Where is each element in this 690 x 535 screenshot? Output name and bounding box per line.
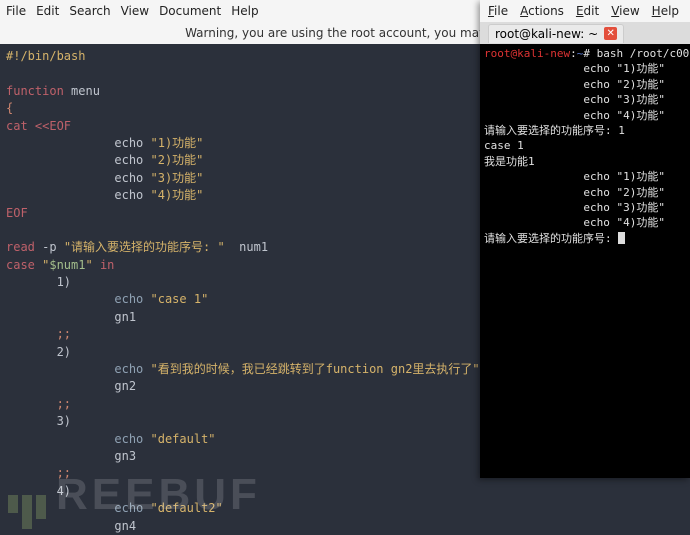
menu-help[interactable]: Help bbox=[231, 4, 258, 18]
menu-search[interactable]: Search bbox=[69, 4, 110, 18]
term-line: echo "3)功能" bbox=[484, 93, 665, 106]
term-line: echo "3)功能" bbox=[484, 201, 665, 214]
kw-echo: echo bbox=[114, 432, 143, 446]
string: "2)功能" bbox=[151, 153, 204, 167]
kw-case: case bbox=[6, 258, 35, 272]
cursor bbox=[618, 232, 625, 244]
case-label: 3) bbox=[6, 414, 71, 428]
quote: " bbox=[35, 258, 49, 272]
terminal-tab[interactable]: root@kali-new: ~ ✕ bbox=[488, 24, 624, 43]
case-end: ;; bbox=[6, 466, 71, 480]
echo-line: echo bbox=[6, 188, 151, 202]
shebang: #!/bin/bash bbox=[6, 49, 85, 63]
indent bbox=[6, 292, 114, 306]
term-line: case 1 bbox=[484, 139, 524, 152]
term-menu-help[interactable]: Help bbox=[652, 4, 679, 18]
menu-edit[interactable]: Edit bbox=[36, 4, 59, 18]
string: "请输入要选择的功能序号: " bbox=[64, 240, 232, 254]
echo-line: echo bbox=[6, 136, 151, 150]
term-menu-file[interactable]: File bbox=[488, 4, 508, 18]
string: "default2" bbox=[143, 501, 222, 515]
term-menu-actions[interactable]: Actions bbox=[520, 4, 564, 18]
kw-echo: echo bbox=[114, 292, 143, 306]
kw-cat: cat bbox=[6, 119, 28, 133]
term-line: echo "2)功能" bbox=[484, 186, 665, 199]
command: bash /root/c00.sh bbox=[597, 47, 690, 60]
quote: " bbox=[85, 258, 92, 272]
indent bbox=[6, 362, 114, 376]
close-icon[interactable]: ✕ bbox=[604, 27, 617, 40]
case-label: 2) bbox=[6, 345, 71, 359]
var-ref: $num1 bbox=[49, 258, 85, 272]
prompt-sep: : bbox=[570, 47, 577, 60]
echo-line: echo bbox=[6, 153, 151, 167]
var: num1 bbox=[232, 240, 268, 254]
indent bbox=[6, 432, 114, 446]
string: "1)功能" bbox=[151, 136, 204, 150]
case-label: 1) bbox=[6, 275, 71, 289]
term-line: echo "1)功能" bbox=[484, 170, 665, 183]
kw-in: in bbox=[93, 258, 115, 272]
string: "default" bbox=[143, 432, 215, 446]
case-end: ;; bbox=[6, 327, 71, 341]
menu-file[interactable]: File bbox=[6, 4, 26, 18]
kw-echo: echo bbox=[114, 362, 143, 376]
call: gn4 bbox=[6, 519, 136, 533]
menu-document[interactable]: Document bbox=[159, 4, 221, 18]
prompt-user: root@kali-new bbox=[484, 47, 570, 60]
call: gn3 bbox=[6, 449, 136, 463]
fn-name: menu bbox=[64, 84, 100, 98]
term-line: echo "4)功能" bbox=[484, 109, 665, 122]
call: gn2 bbox=[6, 379, 136, 393]
term-line: echo "2)功能" bbox=[484, 78, 665, 91]
eof: EOF bbox=[6, 206, 28, 220]
terminal-window[interactable]: File Actions Edit View Help root@kali-ne… bbox=[480, 0, 690, 478]
string: "3)功能" bbox=[151, 171, 204, 185]
menu-view[interactable]: View bbox=[121, 4, 149, 18]
warning-text: Warning, you are using the root account,… bbox=[185, 26, 505, 40]
prompt-hash: # bbox=[583, 47, 596, 60]
tab-title: root@kali-new: ~ bbox=[495, 27, 598, 41]
term-line: 请输入要选择的功能序号: bbox=[484, 232, 618, 245]
term-line: echo "4)功能" bbox=[484, 216, 665, 229]
kw-read: read bbox=[6, 240, 35, 254]
kw-function: function bbox=[6, 84, 64, 98]
brace: { bbox=[6, 101, 13, 115]
term-line: 我是功能1 bbox=[484, 155, 535, 168]
heredoc: <<EOF bbox=[28, 119, 71, 133]
string: "看到我的时候，我已经跳转到了function gn2里去执行了" bbox=[143, 362, 479, 376]
term-menu-edit[interactable]: Edit bbox=[576, 4, 599, 18]
echo-line: echo bbox=[6, 171, 151, 185]
kw-echo: echo bbox=[114, 501, 143, 515]
flag: -p bbox=[35, 240, 64, 254]
indent bbox=[6, 501, 114, 515]
string: "4)功能" bbox=[151, 188, 204, 202]
case-end: ;; bbox=[6, 397, 71, 411]
term-line: echo "1)功能" bbox=[484, 62, 665, 75]
call: gn1 bbox=[6, 310, 136, 324]
terminal-tabbar: root@kali-new: ~ ✕ bbox=[480, 22, 690, 44]
term-menu-view[interactable]: View bbox=[611, 4, 639, 18]
case-label: 4) bbox=[6, 484, 71, 498]
string: "case 1" bbox=[143, 292, 208, 306]
terminal-body[interactable]: root@kali-new:~# bash /root/c00.sh echo … bbox=[480, 44, 690, 478]
terminal-menubar: File Actions Edit View Help bbox=[480, 0, 690, 22]
term-line: 请输入要选择的功能序号: 1 bbox=[484, 124, 625, 137]
